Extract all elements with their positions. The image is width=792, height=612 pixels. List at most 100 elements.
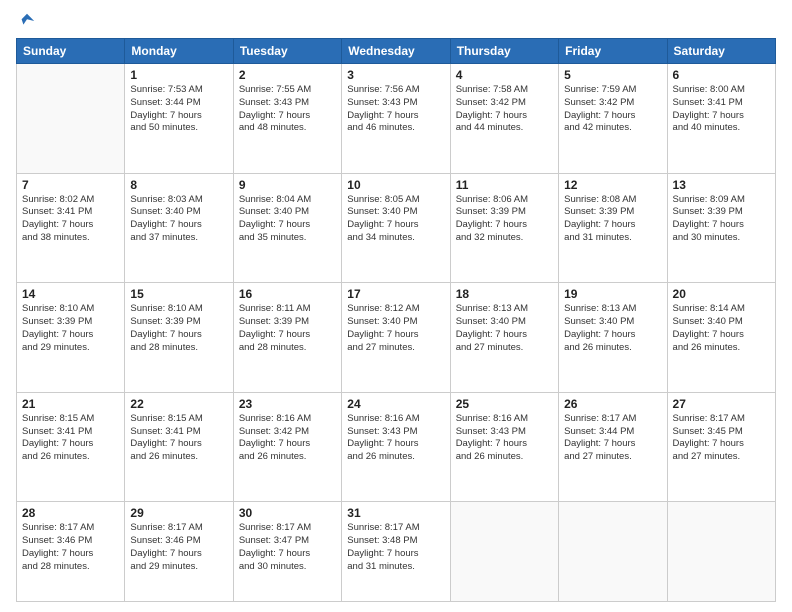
cell-content: Sunrise: 8:17 AMSunset: 3:46 PMDaylight:…	[130, 522, 227, 573]
calendar-header-row: SundayMondayTuesdayWednesdayThursdayFrid…	[17, 39, 776, 64]
day-number: 24	[347, 397, 444, 411]
cell-content: Sunrise: 8:17 AMSunset: 3:48 PMDaylight:…	[347, 522, 444, 573]
day-number: 18	[456, 287, 553, 301]
day-number: 3	[347, 68, 444, 82]
day-number: 13	[673, 178, 770, 192]
calendar-cell: 27Sunrise: 8:17 AMSunset: 3:45 PMDayligh…	[667, 392, 775, 502]
day-number: 16	[239, 287, 336, 301]
calendar-week-row: 28Sunrise: 8:17 AMSunset: 3:46 PMDayligh…	[17, 502, 776, 602]
day-number: 4	[456, 68, 553, 82]
calendar-cell: 12 Sunrise: 8:08 AMSunset: 3:39 PMDayligh…	[559, 173, 667, 283]
day-number: 19	[564, 287, 661, 301]
calendar-cell: 16 Sunrise: 8:11 AMSunset: 3:39 PMDayligh…	[233, 283, 341, 393]
calendar-cell	[559, 502, 667, 602]
calendar-header-monday: Monday	[125, 39, 233, 64]
day-number: 11	[456, 178, 553, 192]
calendar-cell: 24 Sunrise: 8:16 AMSunset: 3:43 PMDayligh…	[342, 392, 450, 502]
cell-content: Sunrise: 8:06 AMSunset: 3:39 PMDaylight:…	[456, 194, 553, 245]
calendar-cell	[17, 64, 125, 174]
cell-content: Sunrise: 8:04 AMSunset: 3:40 PMDaylight:…	[239, 194, 336, 245]
calendar-cell: 15 Sunrise: 8:10 AMSunset: 3:39 PMDayligh…	[125, 283, 233, 393]
cell-content: Sunrise: 8:09 AMSunset: 3:39 PMDaylight:…	[673, 194, 770, 245]
day-number: 8	[130, 178, 227, 192]
cell-content: Sunrise: 8:17 AMSunset: 3:46 PMDaylight:…	[22, 522, 119, 573]
day-number: 15	[130, 287, 227, 301]
day-number: 31	[347, 506, 444, 520]
cell-content: Sunrise: 7:56 AMSunset: 3:43 PMDaylight:…	[347, 84, 444, 135]
day-number: 9	[239, 178, 336, 192]
day-number: 30	[239, 506, 336, 520]
calendar-cell: 6Sunrise: 8:00 AMSunset: 3:41 PMDaylight…	[667, 64, 775, 174]
calendar-cell: 28Sunrise: 8:17 AMSunset: 3:46 PMDayligh…	[17, 502, 125, 602]
day-number: 2	[239, 68, 336, 82]
calendar-week-row: 7Sunrise: 8:02 AMSunset: 3:41 PMDaylight…	[17, 173, 776, 283]
day-number: 27	[673, 397, 770, 411]
calendar-week-row: 14 Sunrise: 8:10 AMSunset: 3:39 PMDayligh…	[17, 283, 776, 393]
day-number: 5	[564, 68, 661, 82]
calendar-table: SundayMondayTuesdayWednesdayThursdayFrid…	[16, 38, 776, 602]
calendar-cell: 29 Sunrise: 8:17 AMSunset: 3:46 PMDayligh…	[125, 502, 233, 602]
day-number: 23	[239, 397, 336, 411]
page: SundayMondayTuesdayWednesdayThursdayFrid…	[0, 0, 792, 612]
cell-content: Sunrise: 8:11 AMSunset: 3:39 PMDaylight:…	[239, 303, 336, 354]
calendar-cell: 1 Sunrise: 7:53 AMSunset: 3:44 PMDaylight…	[125, 64, 233, 174]
day-number: 29	[130, 506, 227, 520]
calendar-cell: 9 Sunrise: 8:04 AMSunset: 3:40 PMDaylight…	[233, 173, 341, 283]
calendar-cell: 22 Sunrise: 8:15 AMSunset: 3:41 PMDayligh…	[125, 392, 233, 502]
calendar-cell: 10 Sunrise: 8:05 AMSunset: 3:40 PMDayligh…	[342, 173, 450, 283]
cell-content: Sunrise: 8:16 AMSunset: 3:42 PMDaylight:…	[239, 413, 336, 464]
logo-bird-icon	[18, 12, 36, 30]
cell-content: Sunrise: 8:10 AMSunset: 3:39 PMDaylight:…	[130, 303, 227, 354]
day-number: 22	[130, 397, 227, 411]
day-number: 10	[347, 178, 444, 192]
day-number: 17	[347, 287, 444, 301]
day-number: 12	[564, 178, 661, 192]
cell-content: Sunrise: 8:17 AMSunset: 3:47 PMDaylight:…	[239, 522, 336, 573]
day-number: 20	[673, 287, 770, 301]
calendar-cell: 18Sunrise: 8:13 AMSunset: 3:40 PMDayligh…	[450, 283, 558, 393]
cell-content: Sunrise: 8:05 AMSunset: 3:40 PMDaylight:…	[347, 194, 444, 245]
calendar-cell: 30 Sunrise: 8:17 AMSunset: 3:47 PMDayligh…	[233, 502, 341, 602]
logo	[16, 12, 36, 30]
day-number: 25	[456, 397, 553, 411]
calendar-cell: 3 Sunrise: 7:56 AMSunset: 3:43 PMDaylight…	[342, 64, 450, 174]
calendar-cell: 21Sunrise: 8:15 AMSunset: 3:41 PMDayligh…	[17, 392, 125, 502]
cell-content: Sunrise: 8:13 AMSunset: 3:40 PMDaylight:…	[564, 303, 661, 354]
calendar-cell: 2 Sunrise: 7:55 AMSunset: 3:43 PMDaylight…	[233, 64, 341, 174]
calendar-header-wednesday: Wednesday	[342, 39, 450, 64]
cell-content: Sunrise: 7:53 AMSunset: 3:44 PMDaylight:…	[130, 84, 227, 135]
calendar-week-row: 21 Sunrise: 8:15 AMSunset: 3:41 PMDayligh…	[17, 392, 776, 502]
cell-content: Sunrise: 7:55 AMSunset: 3:43 PMDaylight:…	[239, 84, 336, 135]
cell-content: Sunrise: 8:16 AMSunset: 3:43 PMDaylight:…	[347, 413, 444, 464]
day-number: 26	[564, 397, 661, 411]
calendar-cell: 19 Sunrise: 8:13 AMSunset: 3:40 PMDayligh…	[559, 283, 667, 393]
calendar-cell	[450, 502, 558, 602]
calendar-header-saturday: Saturday	[667, 39, 775, 64]
cell-content: Sunrise: 7:59 AMSunset: 3:42 PMDaylight:…	[564, 84, 661, 135]
day-number: 21	[22, 397, 119, 411]
calendar-cell: 26 Sunrise: 8:17 AMSunset: 3:44 PMDayligh…	[559, 392, 667, 502]
day-number: 1	[130, 68, 227, 82]
calendar-cell: 23 Sunrise: 8:16 AMSunset: 3:42 PMDayligh…	[233, 392, 341, 502]
cell-content: Sunrise: 8:08 AMSunset: 3:39 PMDaylight:…	[564, 194, 661, 245]
calendar-week-row: 1 Sunrise: 7:53 AMSunset: 3:44 PMDaylight…	[17, 64, 776, 174]
calendar-cell: 17 Sunrise: 8:12 AMSunset: 3:40 PMDayligh…	[342, 283, 450, 393]
calendar-cell: 4Sunrise: 7:58 AMSunset: 3:42 PMDaylight…	[450, 64, 558, 174]
cell-content: Sunrise: 8:12 AMSunset: 3:40 PMDaylight:…	[347, 303, 444, 354]
calendar-header-tuesday: Tuesday	[233, 39, 341, 64]
calendar-cell: 14Sunrise: 8:10 AMSunset: 3:39 PMDayligh…	[17, 283, 125, 393]
calendar-header-sunday: Sunday	[17, 39, 125, 64]
calendar-cell: 20Sunrise: 8:14 AMSunset: 3:40 PMDayligh…	[667, 283, 775, 393]
calendar-cell: 11 Sunrise: 8:06 AMSunset: 3:39 PMDayligh…	[450, 173, 558, 283]
day-number: 14	[22, 287, 119, 301]
cell-content: Sunrise: 8:17 AMSunset: 3:44 PMDaylight:…	[564, 413, 661, 464]
cell-content: Sunrise: 8:16 AMSunset: 3:43 PMDaylight:…	[456, 413, 553, 464]
day-number: 6	[673, 68, 770, 82]
logo-text	[16, 12, 36, 30]
calendar-header-friday: Friday	[559, 39, 667, 64]
calendar-cell: 13 Sunrise: 8:09 AMSunset: 3:39 PMDayligh…	[667, 173, 775, 283]
cell-content: Sunrise: 8:15 AMSunset: 3:41 PMDaylight:…	[130, 413, 227, 464]
calendar-cell: 31 Sunrise: 8:17 AMSunset: 3:48 PMDayligh…	[342, 502, 450, 602]
calendar-cell: 5 Sunrise: 7:59 AMSunset: 3:42 PMDaylight…	[559, 64, 667, 174]
cell-content: Sunrise: 8:03 AMSunset: 3:40 PMDaylight:…	[130, 194, 227, 245]
